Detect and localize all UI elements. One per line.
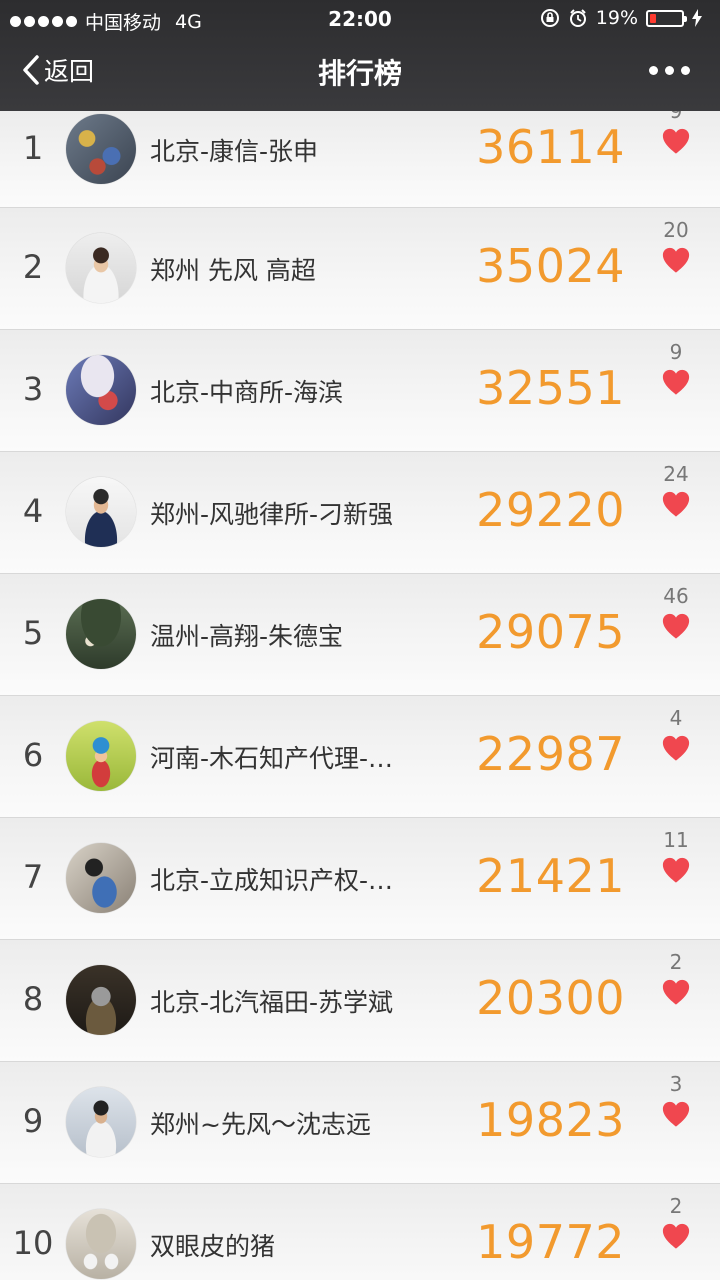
like-group[interactable]: 46 — [648, 584, 704, 640]
rank-number: 4 — [22, 492, 44, 530]
user-name: 北京-北汽福田-苏学斌 — [150, 988, 394, 1017]
user-name: 郑州 先风 高超 — [150, 256, 316, 285]
avatar[interactable] — [66, 233, 136, 303]
ranking-row[interactable]: 9 郑州~先风～沈志远 19823 3 — [0, 1062, 720, 1184]
heart-icon[interactable] — [661, 1100, 691, 1128]
like-count: 24 — [663, 462, 689, 486]
heart-icon[interactable] — [661, 1222, 691, 1250]
like-group[interactable]: 20 — [648, 218, 704, 274]
like-group[interactable]: 3 — [648, 1072, 704, 1128]
avatar[interactable] — [66, 599, 136, 669]
top-bar: 中国移动 4G 22:00 19% 返回 排行榜 — [0, 0, 720, 111]
rank-number: 2 — [22, 248, 44, 286]
ranking-row[interactable]: 4 郑州-风驰律所-刁新强 29220 24 — [0, 452, 720, 574]
user-name: 双眼皮的猪 — [150, 1232, 276, 1261]
heart-icon[interactable] — [661, 490, 691, 518]
like-group[interactable]: 2 — [648, 950, 704, 1006]
like-group[interactable]: 4 — [648, 706, 704, 762]
rank-number: 5 — [22, 614, 44, 652]
heart-icon[interactable] — [661, 368, 691, 396]
user-name: 北京-中商所-海滨 — [150, 378, 344, 407]
like-count: 2 — [669, 950, 683, 974]
back-label: 返回 — [44, 57, 95, 86]
user-name: 北京-立成知识产权-… — [150, 866, 394, 895]
score-value: 36114 — [476, 120, 625, 174]
like-count: 2 — [669, 1194, 683, 1218]
like-group[interactable]: 2 — [648, 1194, 704, 1250]
alarm-clock-icon — [569, 9, 586, 27]
score-value: 19823 — [476, 1093, 625, 1147]
heart-icon[interactable] — [661, 978, 691, 1006]
user-name: 河南-木石知产代理-… — [150, 744, 394, 773]
orientation-lock-icon — [540, 9, 559, 27]
heart-icon[interactable] — [661, 246, 691, 274]
avatar[interactable] — [66, 965, 136, 1035]
heart-icon[interactable] — [661, 127, 691, 155]
like-group[interactable]: 11 — [648, 828, 704, 884]
like-count: 3 — [669, 1072, 683, 1096]
status-right: 19% — [540, 7, 702, 29]
like-count: 11 — [663, 828, 689, 852]
ranking-row[interactable]: 5 温州-高翔-朱德宝 29075 46 — [0, 574, 720, 696]
user-name: 北京-康信-张申 — [150, 137, 319, 166]
avatar[interactable] — [66, 1087, 136, 1157]
chevron-left-icon — [23, 55, 39, 85]
user-name: 郑州~先风～沈志远 — [150, 1110, 371, 1139]
more-dots-icon[interactable] — [649, 66, 690, 75]
avatar[interactable] — [66, 355, 136, 425]
ranking-row[interactable]: 8 北京-北汽福田-苏学斌 20300 2 — [0, 940, 720, 1062]
avatar[interactable] — [66, 114, 136, 184]
heart-icon[interactable] — [661, 734, 691, 762]
score-value: 32551 — [476, 361, 625, 415]
battery-percent: 19% — [595, 7, 638, 29]
status-bar: 中国移动 4G 22:00 19% — [0, 0, 720, 38]
score-value: 20300 — [476, 971, 625, 1025]
user-name: 温州-高翔-朱德宝 — [150, 622, 344, 651]
rank-number: 10 — [12, 1224, 54, 1262]
like-group[interactable]: 24 — [648, 462, 704, 518]
ranking-row[interactable]: 2 郑州 先风 高超 35024 20 — [0, 208, 720, 330]
avatar[interactable] — [66, 477, 136, 547]
score-value: 22987 — [476, 727, 625, 781]
rank-number: 1 — [22, 129, 44, 167]
ranking-list[interactable]: 1 北京-康信-张申 36114 9 2 郑州 先风 高超 35024 20 3… — [0, 111, 720, 1280]
like-group[interactable]: 9 — [648, 111, 704, 155]
like-count: 46 — [663, 584, 689, 608]
avatar[interactable] — [66, 843, 136, 913]
ranking-row[interactable]: 3 北京-中商所-海滨 32551 9 — [0, 330, 720, 452]
rank-number: 7 — [22, 858, 44, 896]
battery-icon — [646, 9, 687, 27]
charging-bolt-icon — [692, 9, 702, 27]
ranking-row[interactable]: 10 双眼皮的猪 19772 2 — [0, 1184, 720, 1280]
like-count: 9 — [669, 111, 683, 123]
heart-icon[interactable] — [661, 612, 691, 640]
like-group[interactable]: 9 — [648, 340, 704, 396]
page-title: 排行榜 — [317, 57, 402, 90]
user-name: 郑州-风驰律所-刁新强 — [150, 500, 394, 529]
score-value: 29075 — [476, 605, 625, 659]
avatar[interactable] — [66, 721, 136, 791]
back-button[interactable]: 返回 — [22, 52, 94, 88]
score-value: 35024 — [476, 239, 625, 293]
ranking-row[interactable]: 7 北京-立成知识产权-… 21421 11 — [0, 818, 720, 940]
like-count: 9 — [669, 340, 683, 364]
ranking-row[interactable]: 6 河南-木石知产代理-… 22987 4 — [0, 696, 720, 818]
score-value: 29220 — [476, 483, 625, 537]
rank-number: 9 — [22, 1102, 44, 1140]
avatar[interactable] — [66, 1209, 136, 1279]
rank-number: 3 — [22, 370, 44, 408]
like-count: 20 — [663, 218, 689, 242]
score-value: 19772 — [476, 1215, 625, 1269]
navigation-bar: 返回 排行榜 — [0, 38, 720, 111]
ranking-row[interactable]: 1 北京-康信-张申 36114 9 — [0, 111, 720, 208]
heart-icon[interactable] — [661, 856, 691, 884]
rank-number: 8 — [22, 980, 44, 1018]
like-count: 4 — [669, 706, 683, 730]
rank-number: 6 — [22, 736, 44, 774]
score-value: 21421 — [476, 849, 625, 903]
